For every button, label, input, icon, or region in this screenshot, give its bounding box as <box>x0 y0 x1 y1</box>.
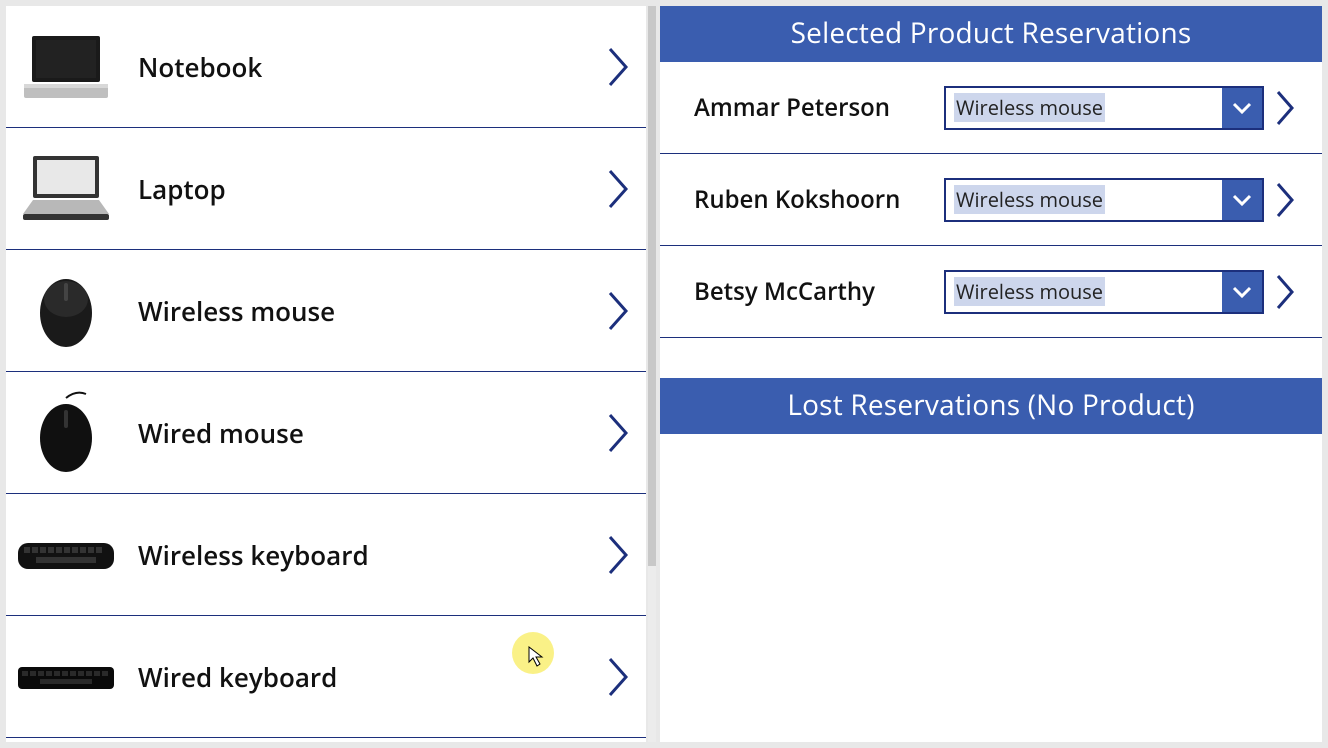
product-row-laptop[interactable]: Laptop <box>6 128 646 250</box>
product-row-wireless-keyboard[interactable]: Wireless keyboard <box>6 494 646 616</box>
chevron-down-icon[interactable] <box>1222 180 1262 220</box>
product-label: Wireless keyboard <box>116 537 606 573</box>
chevron-right-icon[interactable] <box>1274 272 1298 312</box>
chevron-right-icon <box>606 655 632 699</box>
lost-reservations-header: Lost Reservations (No Product) <box>660 378 1322 434</box>
reservation-row: Betsy McCarthy Wireless mouse <box>660 246 1322 338</box>
chevron-right-icon <box>606 533 632 577</box>
reservations-panel: Selected Product Reservations Ammar Pete… <box>660 6 1322 742</box>
select-value: Wireless mouse <box>946 272 1222 312</box>
select-value: Wireless mouse <box>946 88 1222 128</box>
notebook-icon <box>16 22 116 112</box>
chevron-right-icon[interactable] <box>1274 180 1298 220</box>
chevron-right-icon[interactable] <box>1274 88 1298 128</box>
chevron-right-icon <box>606 45 632 89</box>
chevron-right-icon <box>606 411 632 455</box>
product-label: Laptop <box>116 171 606 207</box>
chevron-down-icon[interactable] <box>1222 88 1262 128</box>
laptop-icon <box>16 144 116 234</box>
select-value: Wireless mouse <box>946 180 1222 220</box>
mouse-icon <box>16 266 116 356</box>
product-list-panel: Notebook Laptop <box>6 6 646 742</box>
selected-reservations-header: Selected Product Reservations <box>660 6 1322 62</box>
product-row-wired-mouse[interactable]: Wired mouse <box>6 372 646 494</box>
keyboard-icon <box>16 632 116 722</box>
product-label: Wireless mouse <box>116 293 606 329</box>
keyboard-icon <box>16 510 116 600</box>
wired-mouse-icon <box>16 388 116 478</box>
reservation-row: Ruben Kokshoorn Wireless mouse <box>660 154 1322 246</box>
product-label: Wired keyboard <box>116 659 606 695</box>
spacer <box>660 338 1322 378</box>
product-select[interactable]: Wireless mouse <box>944 270 1264 314</box>
chevron-right-icon <box>606 289 632 333</box>
chevron-right-icon <box>606 167 632 211</box>
product-row-wired-keyboard[interactable]: Wired keyboard <box>6 616 646 738</box>
reservation-row: Ammar Peterson Wireless mouse <box>660 62 1322 154</box>
panel-divider <box>646 6 660 742</box>
product-select[interactable]: Wireless mouse <box>944 178 1264 222</box>
product-label: Notebook <box>116 49 606 85</box>
product-label: Wired mouse <box>116 415 606 451</box>
reservation-name: Ruben Kokshoorn <box>694 183 944 216</box>
reservation-name: Betsy McCarthy <box>694 275 944 308</box>
product-row-notebook[interactable]: Notebook <box>6 6 646 128</box>
product-row-wireless-mouse[interactable]: Wireless mouse <box>6 250 646 372</box>
product-select[interactable]: Wireless mouse <box>944 86 1264 130</box>
scrollbar-thumb[interactable] <box>648 6 656 566</box>
reservation-name: Ammar Peterson <box>694 91 944 124</box>
chevron-down-icon[interactable] <box>1222 272 1262 312</box>
